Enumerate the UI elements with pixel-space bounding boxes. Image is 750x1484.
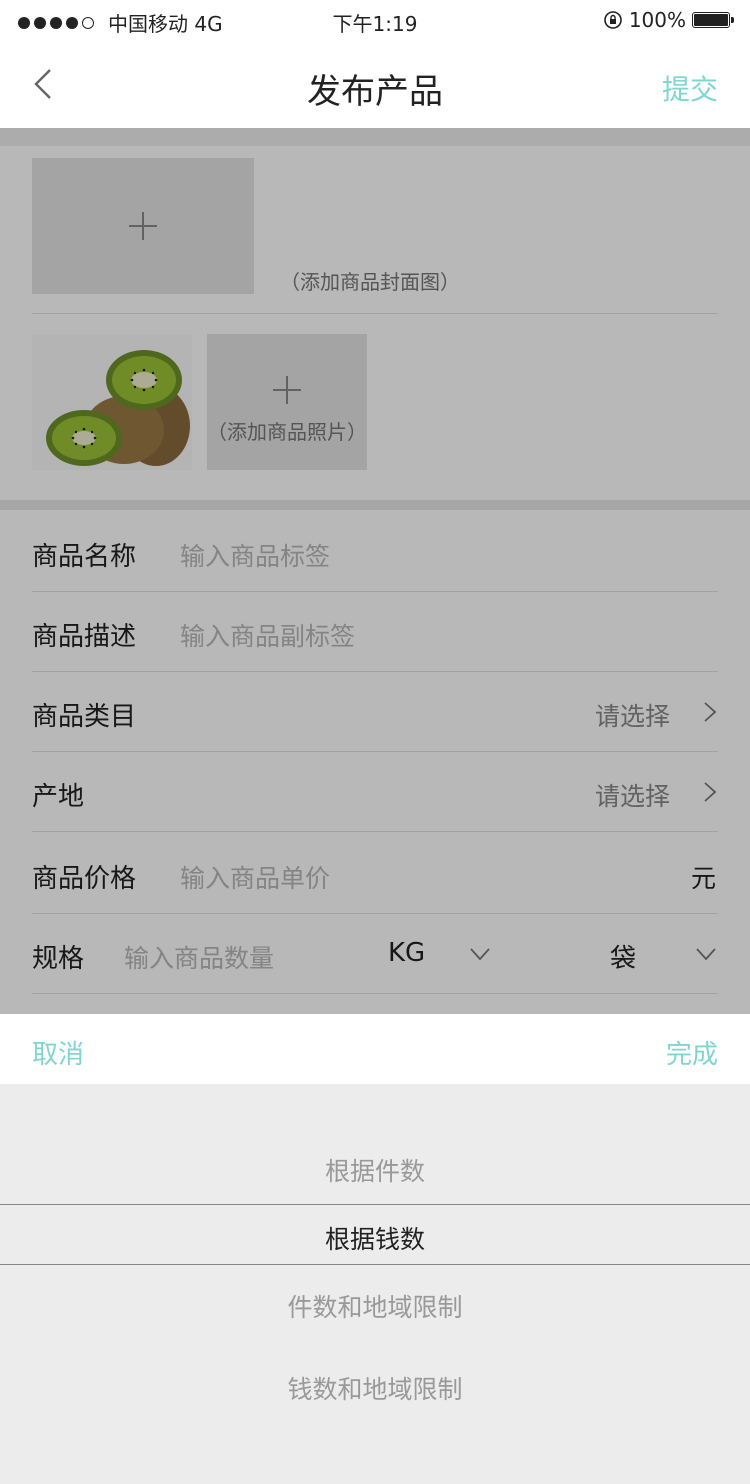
page-title: 发布产品 bbox=[307, 72, 443, 112]
chevron-down-icon[interactable] bbox=[694, 946, 718, 962]
product-desc-row[interactable]: 商品描述 输入商品副标签 bbox=[32, 592, 718, 672]
picker-selection-line bbox=[0, 1204, 750, 1205]
product-name-input[interactable]: 输入商品标签 bbox=[180, 537, 330, 573]
origin-select-value[interactable]: 请选择 bbox=[595, 777, 670, 813]
divider bbox=[32, 313, 718, 314]
product-price-row[interactable]: 商品价格 输入商品单价 元 bbox=[32, 834, 718, 914]
origin-label: 产地 bbox=[32, 782, 85, 812]
nav-bar: 发布产品 提交 bbox=[0, 40, 750, 128]
rotation-lock-icon bbox=[604, 11, 622, 29]
chevron-right-icon bbox=[704, 782, 717, 802]
product-photo-thumbnail[interactable] bbox=[32, 334, 192, 470]
spec-quantity-input[interactable]: 输入商品数量 bbox=[124, 939, 274, 975]
picker-option[interactable]: 件数和地域限制 bbox=[0, 1288, 750, 1324]
product-desc-label: 商品描述 bbox=[32, 622, 137, 652]
picker-option[interactable]: 根据件数 bbox=[0, 1152, 750, 1188]
section-divider bbox=[0, 500, 750, 510]
category-select-value[interactable]: 请选择 bbox=[595, 697, 670, 733]
plus-icon bbox=[129, 212, 157, 240]
product-name-label: 商品名称 bbox=[32, 542, 137, 572]
chevron-right-icon bbox=[704, 702, 717, 722]
product-form: （添加商品封面图） （添加商品照片） 商品名称 输入商品标签 商品描述 输入商品… bbox=[0, 146, 750, 1014]
add-product-photo-button[interactable]: （添加商品照片） bbox=[207, 334, 367, 470]
cover-image-label: （添加商品封面图） bbox=[280, 270, 460, 294]
product-price-label: 商品价格 bbox=[32, 864, 137, 894]
status-bar: 中国移动 4G 下午1:19 100% bbox=[0, 0, 750, 40]
battery-percent: 100% bbox=[628, 8, 686, 32]
spec-label: 规格 bbox=[32, 944, 85, 974]
battery-status: 100% bbox=[603, 8, 734, 32]
picker-option[interactable]: 钱数和地域限制 bbox=[0, 1370, 750, 1406]
add-cover-image-button[interactable] bbox=[32, 158, 254, 294]
picker-selection-line bbox=[0, 1264, 750, 1265]
add-photo-label: （添加商品照片） bbox=[207, 420, 367, 444]
kiwi-photo-image bbox=[46, 350, 190, 466]
header-gap bbox=[0, 128, 750, 146]
price-unit-label: 元 bbox=[690, 864, 716, 893]
picker-wheel[interactable]: 根据件数 根据钱数 件数和地域限制 钱数和地域限制 bbox=[0, 1084, 750, 1484]
submit-button[interactable]: 提交 bbox=[662, 68, 718, 108]
battery-icon bbox=[692, 12, 734, 28]
product-category-row[interactable]: 商品类目 请选择 bbox=[32, 672, 718, 752]
product-desc-input[interactable]: 输入商品副标签 bbox=[180, 617, 355, 653]
product-name-row[interactable]: 商品名称 输入商品标签 bbox=[32, 512, 718, 592]
plus-icon bbox=[273, 376, 301, 404]
product-price-input[interactable]: 输入商品单价 bbox=[180, 859, 330, 895]
product-category-label: 商品类目 bbox=[32, 702, 137, 732]
picker-option-selected[interactable]: 根据钱数 bbox=[0, 1220, 750, 1256]
spec-row[interactable]: 规格 输入商品数量 KG 袋 bbox=[32, 914, 718, 994]
spec-unit1-select[interactable]: KG bbox=[388, 938, 425, 968]
chevron-down-icon[interactable] bbox=[468, 946, 492, 962]
spec-unit2-select[interactable]: 袋 bbox=[610, 938, 636, 975]
picker-toolbar: 取消 完成 bbox=[0, 1014, 750, 1084]
picker-done-button[interactable]: 完成 bbox=[666, 1034, 718, 1071]
origin-row[interactable]: 产地 请选择 bbox=[32, 752, 718, 832]
picker-cancel-button[interactable]: 取消 bbox=[32, 1034, 84, 1071]
